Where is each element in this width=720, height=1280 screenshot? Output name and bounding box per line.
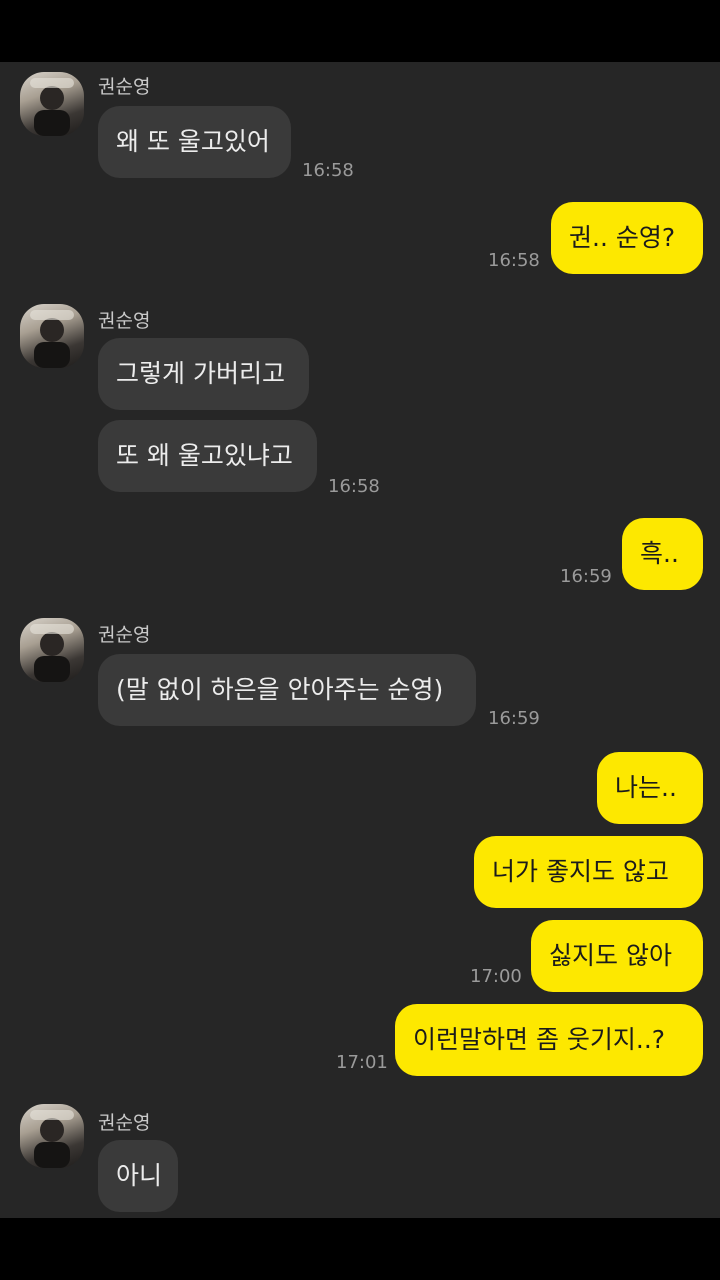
- message-bubble[interactable]: 왜 또 울고있어: [98, 106, 291, 178]
- message-bubble[interactable]: 또 왜 울고있냐고: [98, 420, 317, 492]
- message-bubble[interactable]: 권.. 순영?: [551, 202, 703, 274]
- message-time: 16:58: [302, 160, 354, 181]
- message-bubble[interactable]: 나는..: [597, 752, 703, 824]
- message-time: 17:00: [470, 966, 522, 987]
- message-bubble[interactable]: 이런말하면 좀 웃기지..?: [395, 1004, 703, 1076]
- contact-avatar[interactable]: [20, 1104, 84, 1168]
- message-time: 16:58: [488, 250, 540, 271]
- chat-area[interactable]: 권순영 왜 또 울고있어 16:58 16:58 권.. 순영? 권순영 그렇게…: [0, 62, 720, 1218]
- message-bubble[interactable]: 아니: [98, 1140, 178, 1212]
- avatar-photo-icon: [30, 78, 74, 136]
- message-bubble[interactable]: (말 없이 하은을 안아주는 순영): [98, 654, 476, 726]
- avatar-photo-icon: [30, 1110, 74, 1168]
- message-bubble[interactable]: 흑..: [622, 518, 703, 590]
- message-time: 16:59: [560, 566, 612, 587]
- contact-avatar[interactable]: [20, 618, 84, 682]
- message-bubble[interactable]: 너가 좋지도 않고: [474, 836, 703, 908]
- message-time: 17:01: [336, 1052, 388, 1073]
- message-time: 16:59: [488, 708, 540, 729]
- message-bubble[interactable]: 그렇게 가버리고: [98, 338, 309, 410]
- sender-name: 권순영: [98, 1112, 151, 1134]
- contact-avatar[interactable]: [20, 304, 84, 368]
- sender-name: 권순영: [98, 310, 151, 332]
- avatar-photo-icon: [30, 624, 74, 682]
- sender-name: 권순영: [98, 624, 151, 646]
- message-time: 16:58: [328, 476, 380, 497]
- sender-name: 권순영: [98, 76, 151, 98]
- avatar-photo-icon: [30, 310, 74, 368]
- navigation-bar: [0, 1218, 720, 1280]
- status-bar: [0, 0, 720, 62]
- message-bubble[interactable]: 싫지도 않아: [531, 920, 703, 992]
- contact-avatar[interactable]: [20, 72, 84, 136]
